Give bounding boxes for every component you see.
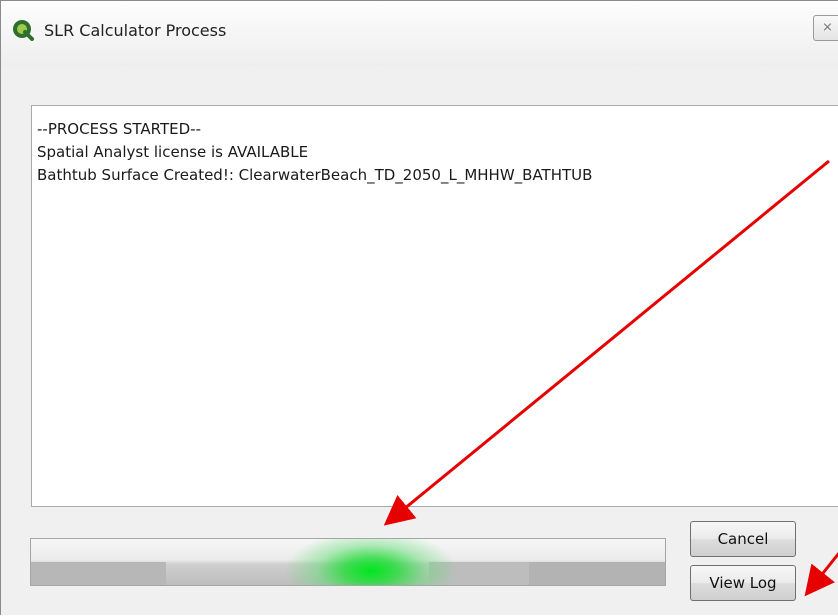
log-line: Spatial Analyst license is AVAILABLE [37, 143, 309, 161]
progress-segment [31, 562, 166, 585]
annotation-arrow-view-log [804, 552, 838, 597]
title-bar[interactable]: SLR Calculator Process ⨯ [1, 1, 838, 67]
qgis-logo-icon [13, 20, 34, 41]
progress-segment [529, 562, 665, 585]
process-dialog: SLR Calculator Process ⨯ --PROCESS START… [0, 0, 838, 615]
log-line: --PROCESS STARTED-- [37, 120, 201, 138]
cancel-button[interactable]: Cancel [690, 521, 796, 557]
close-button[interactable]: ⨯ [813, 15, 838, 41]
log-line: Bathtub Surface Created!: ClearwaterBeac… [37, 166, 593, 184]
close-icon: ⨯ [822, 20, 833, 35]
progress-marquee-glow [286, 539, 456, 585]
progress-bar [30, 538, 666, 586]
process-output-log[interactable]: --PROCESS STARTED-- Spatial Analyst lice… [31, 105, 838, 507]
window-title: SLR Calculator Process [44, 21, 227, 40]
view-log-button[interactable]: View Log [690, 565, 796, 601]
